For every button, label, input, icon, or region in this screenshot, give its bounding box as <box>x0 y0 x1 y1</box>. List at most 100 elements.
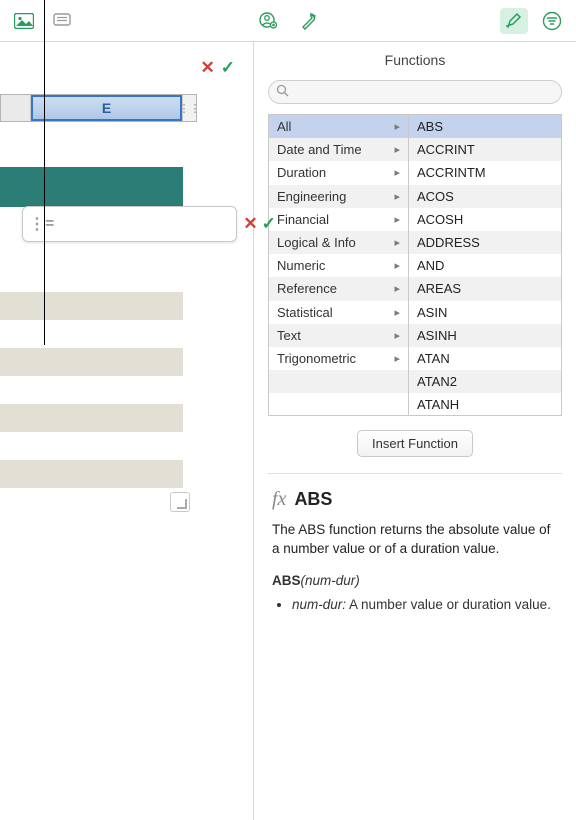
chevron-right-icon: ▸ <box>394 120 400 133</box>
param-item: num-dur: A number value or duration valu… <box>292 596 558 615</box>
format-brush-icon[interactable] <box>500 8 528 34</box>
category-item[interactable]: Text ▸ <box>269 324 408 347</box>
category-label: Logical & Info <box>277 235 356 250</box>
category-label: Numeric <box>277 258 325 273</box>
help-description: The ABS function returns the absolute va… <box>272 521 558 559</box>
function-item[interactable]: AND <box>409 254 561 277</box>
search-icon <box>276 84 289 100</box>
function-help: fx ABS The ABS function returns the abso… <box>254 488 576 625</box>
category-item[interactable]: Numeric ▸ <box>269 254 408 277</box>
chevron-right-icon: ▸ <box>394 329 400 342</box>
category-label: Reference <box>277 281 337 296</box>
formula-input[interactable] <box>58 216 239 232</box>
category-item[interactable]: Statistical ▸ <box>269 301 408 324</box>
category-label: Duration <box>277 165 326 180</box>
table-row[interactable] <box>0 320 183 348</box>
functions-panel: Functions All▸Date and Time▸Duration▸Eng… <box>253 42 576 820</box>
chevron-right-icon: ▸ <box>394 282 400 295</box>
chevron-right-icon: ▸ <box>394 143 400 156</box>
category-label: Engineering <box>277 189 346 204</box>
function-item[interactable]: ASINH <box>409 324 561 347</box>
comment-icon[interactable] <box>48 8 76 34</box>
function-item[interactable]: ATAN2 <box>409 370 561 393</box>
category-item[interactable]: Trigonometric ▸ <box>269 347 408 370</box>
formula-cancel-icon[interactable]: ✕ <box>243 214 257 234</box>
category-item[interactable]: Logical & Info ▸ <box>269 231 408 254</box>
category-item-empty <box>269 370 408 393</box>
column-header-d[interactable] <box>1 95 31 121</box>
media-icon[interactable] <box>10 8 38 34</box>
category-label: Financial <box>277 212 329 227</box>
cancel-cell-icon[interactable]: ✕ <box>201 58 215 78</box>
help-title: ABS <box>294 489 332 510</box>
table-resize-handle-icon[interactable] <box>170 492 190 512</box>
function-item[interactable]: ACCRINTM <box>409 161 561 184</box>
insert-function-button[interactable]: Insert Function <box>357 430 473 457</box>
category-item[interactable]: Engineering ▸ <box>269 185 408 208</box>
table-row[interactable] <box>0 264 183 292</box>
main-split: ✕ ✓ E ⋮⋮ ⋮ = ✕ ✓ <box>0 42 576 820</box>
chevron-right-icon: ▸ <box>394 166 400 179</box>
chevron-right-icon: ▸ <box>394 306 400 319</box>
function-item[interactable]: ADDRESS <box>409 231 561 254</box>
category-item-empty <box>269 393 408 415</box>
column-header-row: E ⋮⋮ <box>0 94 197 122</box>
function-item[interactable]: ACOSH <box>409 208 561 231</box>
function-item[interactable]: ASIN <box>409 301 561 324</box>
formula-drag-handle-icon[interactable]: ⋮ <box>29 214 41 234</box>
function-item[interactable]: ATANH <box>409 393 561 415</box>
category-item[interactable]: Date and Time ▸ <box>269 138 408 161</box>
chevron-right-icon: ▸ <box>394 352 400 365</box>
column-handle-icon[interactable]: ⋮⋮ <box>182 95 196 121</box>
function-item[interactable]: ABS <box>409 115 561 138</box>
function-item[interactable]: ATAN <box>409 347 561 370</box>
column-header-e[interactable]: E <box>31 95 182 121</box>
collaborate-icon[interactable] <box>254 8 282 34</box>
table-row[interactable] <box>0 404 183 432</box>
param-name: num-dur: <box>292 597 346 612</box>
category-label: Trigonometric <box>277 351 356 366</box>
category-label: Date and Time <box>277 142 362 157</box>
category-item[interactable]: All ▸ <box>269 115 408 138</box>
cell-edit-controls: ✕ ✓ <box>201 58 236 78</box>
function-item[interactable]: ACCRINT <box>409 138 561 161</box>
chevron-right-icon: ▸ <box>394 213 400 226</box>
sig-params: (num-dur) <box>301 573 360 588</box>
category-list: All▸Date and Time▸Duration▸Engineering▸F… <box>269 115 409 415</box>
wrench-icon[interactable] <box>294 8 322 34</box>
chevron-right-icon: ▸ <box>394 236 400 249</box>
category-label: Text <box>277 328 301 343</box>
category-label: All <box>277 119 291 134</box>
category-item[interactable]: Duration ▸ <box>269 161 408 184</box>
table-row[interactable] <box>0 376 183 404</box>
function-item[interactable]: ACOS <box>409 185 561 208</box>
table-row[interactable] <box>0 348 183 376</box>
panel-title: Functions <box>254 42 576 80</box>
search-input[interactable] <box>268 80 562 104</box>
function-list: ABSACCRINTACCRINTMACOSACOSHADDRESSANDARE… <box>409 115 561 415</box>
filter-icon[interactable] <box>538 8 566 34</box>
formula-editor: ⋮ = ✕ ✓ <box>22 206 237 242</box>
table-row[interactable] <box>0 432 183 460</box>
category-item[interactable]: Reference ▸ <box>269 277 408 300</box>
function-browser: All▸Date and Time▸Duration▸Engineering▸F… <box>268 114 562 416</box>
chevron-right-icon: ▸ <box>394 259 400 272</box>
toolbar <box>0 0 576 42</box>
fx-icon: fx <box>272 488 286 511</box>
category-label: Statistical <box>277 305 333 320</box>
table-body <box>0 264 183 488</box>
function-item[interactable]: AREAS <box>409 277 561 300</box>
param-desc: A number value or duration value. <box>346 597 551 612</box>
accept-cell-icon[interactable]: ✓ <box>221 58 235 78</box>
chevron-right-icon: ▸ <box>394 190 400 203</box>
category-item[interactable]: Financial ▸ <box>269 208 408 231</box>
table-row[interactable] <box>0 292 183 320</box>
table-header-band <box>0 167 183 207</box>
help-signature: ABS(num-dur) <box>272 573 558 588</box>
table-row[interactable] <box>0 460 183 488</box>
sig-name: ABS <box>272 573 301 588</box>
divider <box>268 473 562 474</box>
spreadsheet-pane: ✕ ✓ E ⋮⋮ ⋮ = ✕ ✓ <box>0 42 253 820</box>
callout-line <box>44 0 45 345</box>
formula-accept-icon[interactable]: ✓ <box>262 214 276 234</box>
